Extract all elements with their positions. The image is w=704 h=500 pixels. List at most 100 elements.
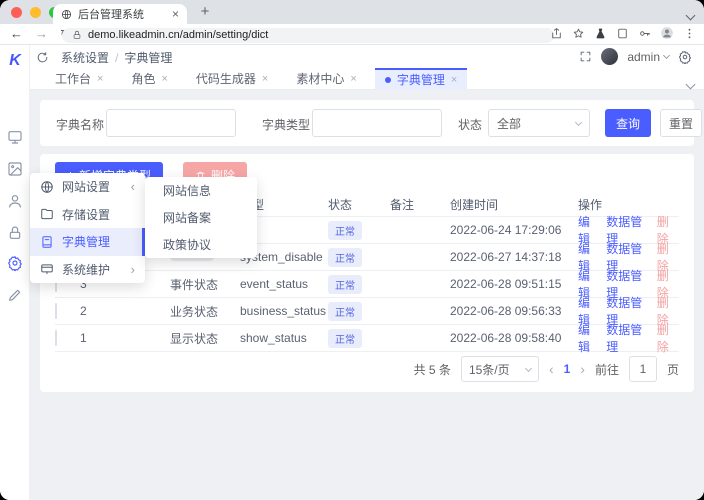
share-icon[interactable] [550,27,563,40]
delete-link[interactable]: 删除 [657,321,679,355]
total-count: 共 5 条 [414,361,451,378]
rail-material-icon[interactable] [7,161,23,177]
tab-close-icon[interactable]: × [451,74,457,86]
rail-permission-lock-icon[interactable] [7,225,23,241]
current-page[interactable]: 1 [564,362,571,376]
system-monitor-icon [40,262,54,276]
page-size-select[interactable]: 15条/页 [461,356,539,382]
tab-close-icon[interactable]: × [161,73,167,85]
status-badge: 正常 [328,248,362,267]
minimize-window-button[interactable] [30,7,41,18]
tabbar-chevron-down-icon[interactable] [687,75,694,93]
submenu-item-label: 网站备案 [163,209,211,226]
url-text: demo.likeadmin.cn/admin/setting/dict [88,29,268,41]
dict-name-label: 字典名称 [56,116,104,133]
profile-avatar-icon[interactable] [660,26,674,40]
browser-menu-icon[interactable] [683,27,696,40]
user-menu[interactable]: admin [627,50,669,64]
dictionary-book-icon [40,235,54,249]
tab-close-icon[interactable]: × [97,73,103,85]
bookmark-star-icon[interactable] [572,27,585,40]
tab-label: 角色 [131,70,155,87]
submenu-item-policy-agreement[interactable]: 政策协议 [145,231,257,258]
browser-tab-strip: 后台管理系统 × + [0,0,704,24]
address-bar[interactable]: demo.likeadmin.cn/admin/setting/dict [62,28,554,43]
next-page-button[interactable]: › [580,361,585,377]
submenu-arrow-icon: › [131,262,135,277]
row-checkbox[interactable] [55,303,57,319]
rail-edit-pen-icon[interactable] [7,287,23,303]
reading-list-icon[interactable] [616,27,629,40]
submenu-item-label: 网站信息 [163,182,211,199]
menu-item-label: 字典管理 [62,233,110,250]
status-label: 状态 [458,116,482,133]
tab-role[interactable]: 角色 × [121,68,177,90]
tab-workbench[interactable]: 工作台 × [45,68,113,90]
page-content: 字典名称 字典类型 状态 全部 查询 重置 + 新增字典类型 删除 [30,90,704,500]
breadcrumb: 系统设置 / 字典管理 [61,49,172,66]
app-logo[interactable]: K [5,51,25,71]
edit-link[interactable]: 编辑 [578,321,600,355]
cell-created: 2022-06-28 09:56:33 [450,304,578,318]
prev-page-button[interactable]: ‹ [549,361,554,377]
menu-item-label: 网站设置 [62,178,110,195]
tab-close-icon[interactable]: × [350,73,356,85]
favicon-globe-icon [61,9,72,20]
forward-button[interactable]: → [35,26,48,41]
rail-user-icon[interactable] [7,193,23,209]
browser-tab-title: 后台管理系统 [78,6,166,22]
status-select[interactable]: 全部 [488,109,590,137]
rail-settings-gear-icon[interactable] [7,255,23,271]
user-chevron-down-icon [663,51,670,58]
tab-dict-management[interactable]: 字典管理 × [375,68,467,90]
tab-label: 素材中心 [296,70,344,87]
menu-item-dict-management[interactable]: 字典管理 [30,228,145,256]
tab-material-center[interactable]: 素材中心 × [286,68,366,90]
website-settings-submenu: 网站信息 网站备案 政策协议 [145,177,257,258]
dict-type-label: 字典类型 [262,116,310,133]
breadcrumb-current: 字典管理 [124,49,172,66]
search-button[interactable]: 查询 [605,109,651,137]
breadcrumb-separator: / [115,51,118,65]
goto-page-input[interactable] [629,356,657,382]
col-remark: 备注 [390,196,450,213]
dict-type-input[interactable] [312,109,442,137]
row-checkbox[interactable] [55,330,57,346]
tab-code-generator[interactable]: 代码生成器 × [186,68,278,90]
dict-name-input[interactable] [106,109,236,137]
user-avatar[interactable] [601,48,618,65]
submenu-item-website-record[interactable]: 网站备案 [145,204,257,231]
cell-created: 2022-06-28 09:51:15 [450,277,578,291]
fullscreen-icon[interactable] [579,50,592,63]
tab-close-icon[interactable]: × [172,8,179,20]
extension-icon[interactable] [594,27,607,40]
breadcrumb-root[interactable]: 系统设置 [61,49,109,66]
rail-workbench-icon[interactable] [7,129,23,145]
submenu-item-website-info[interactable]: 网站信息 [145,177,257,204]
back-button[interactable]: ← [10,26,23,41]
cell-id: 2 [80,304,170,318]
browser-tab[interactable]: 后台管理系统 × [53,4,187,24]
browser-window: 后台管理系统 × + ← → ↻ demo.likeadmin.cn/admin… [0,0,704,500]
menu-item-system-maintenance[interactable]: 系统维护 › [30,256,145,284]
close-window-button[interactable] [11,7,22,18]
menu-item-storage-settings[interactable]: 存储设置 [30,201,145,229]
tab-search-chevron-icon[interactable] [687,6,694,24]
data-manage-link[interactable]: 数据管理 [606,321,651,355]
new-tab-button[interactable]: + [196,3,214,21]
tab-close-icon[interactable]: × [262,73,268,85]
cell-type: event_status [240,277,328,291]
cell-name: 业务状态 [170,303,240,320]
header-settings-gear-icon[interactable] [678,50,692,64]
reset-button[interactable]: 重置 [660,109,702,137]
refresh-icon[interactable] [36,51,49,64]
select-chevron-down-icon [525,364,532,371]
status-badge: 正常 [328,221,362,240]
submenu-arrow-icon: ‹ [131,179,135,194]
sidebar-rail: K [0,45,30,500]
tab-label: 工作台 [55,70,91,87]
page-tab-bar: 工作台 × 角色 × 代码生成器 × 素材中心 × 字典管理 × [30,68,704,90]
menu-item-website-settings[interactable]: 网站设置 ‹ [30,173,145,201]
folder-icon [40,207,54,221]
password-key-icon[interactable] [638,27,651,40]
